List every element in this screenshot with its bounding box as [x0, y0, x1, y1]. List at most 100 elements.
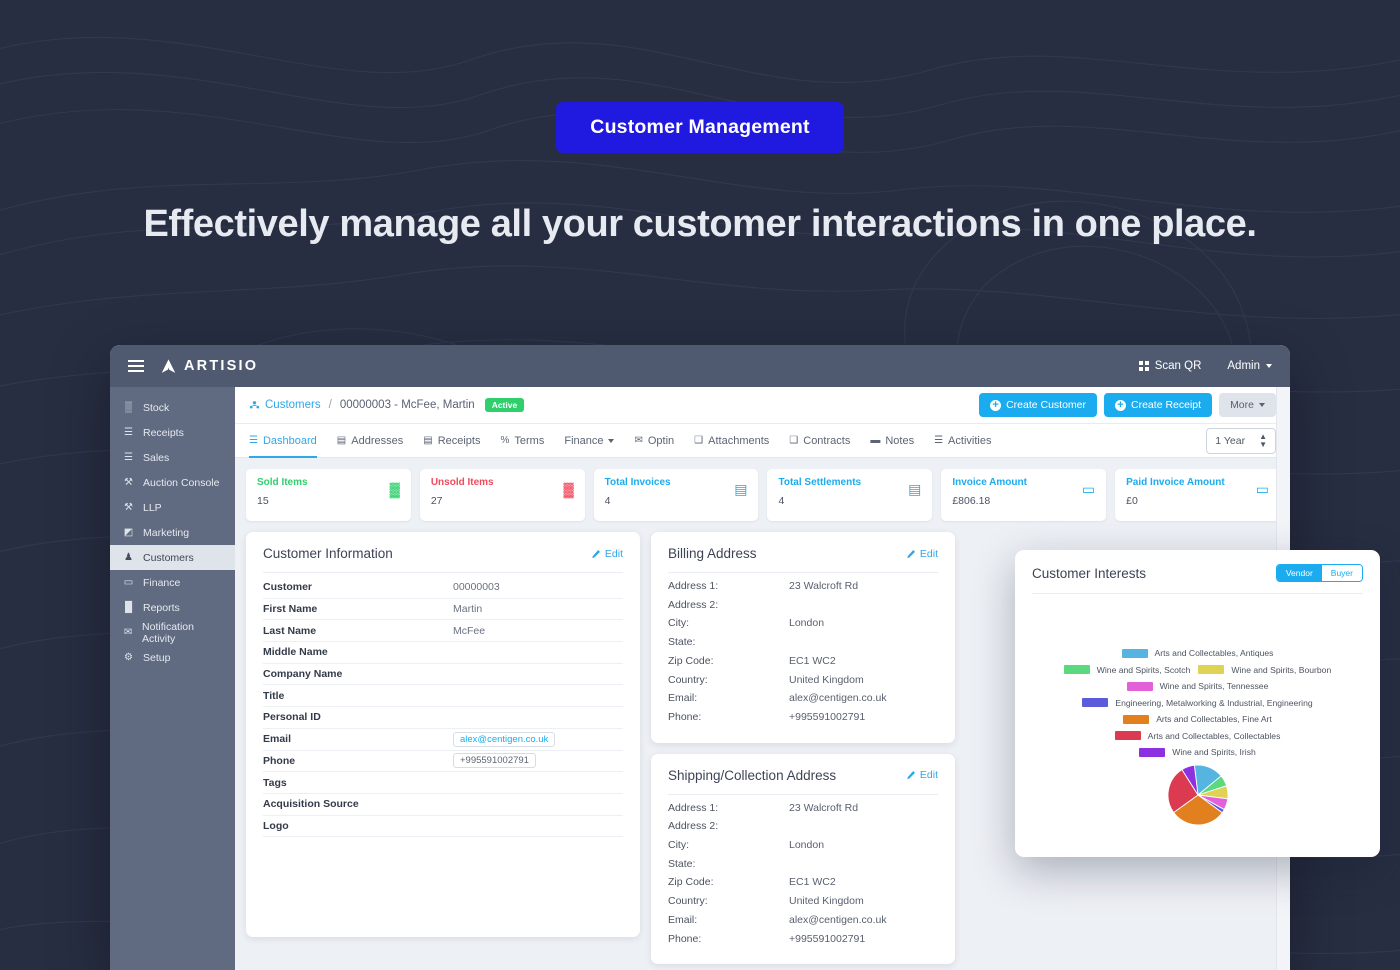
period-filter-select[interactable]: 1 Year ▲ ▼ [1206, 427, 1276, 454]
tab-finance[interactable]: Finance [564, 424, 615, 458]
stat-value: £806.18 [952, 495, 991, 507]
tab-notes[interactable]: ▬ Notes [870, 424, 914, 458]
legend-row: Arts and Collectables, Antiques [1025, 648, 1370, 658]
admin-menu[interactable]: Admin [1227, 360, 1272, 372]
legend-item[interactable]: Wine and Spirits, Scotch [1063, 665, 1190, 675]
megaphone-icon: ◩ [123, 526, 134, 538]
percent-icon: % [500, 435, 510, 446]
legend-item[interactable]: Arts and Collectables, Collectables [1114, 731, 1280, 741]
scan-qr-button[interactable]: Scan QR [1139, 360, 1201, 372]
sidebar-item-auction-console[interactable]: ⚒ Auction Console [110, 470, 235, 495]
legend-item[interactable]: Wine and Spirits, Irish [1139, 747, 1256, 757]
info-key: First Name [263, 603, 318, 616]
sidebar-item-stock[interactable]: ▒ Stock [110, 395, 235, 420]
address-key: State: [668, 857, 696, 870]
breadcrumb-customers-link[interactable]: Customers [249, 399, 321, 411]
info-row: Company Name [263, 664, 623, 686]
hero-badge: Customer Management [556, 102, 844, 153]
tab-contracts[interactable]: ❑ Contracts [789, 424, 850, 458]
sidebar-item-receipts[interactable]: ☰ Receipts [110, 420, 235, 445]
brand[interactable]: ARTISIO [160, 358, 258, 375]
tab-optin[interactable]: ✉ Optin [634, 424, 674, 458]
legend-row: Arts and Collectables, Collectables [1025, 731, 1370, 741]
address-key: Zip Code: [668, 876, 714, 889]
create-customer-button[interactable]: + Create Customer [979, 393, 1098, 417]
invoice-icon: ▤ [908, 481, 922, 497]
create-customer-label: Create Customer [1006, 399, 1087, 411]
breadcrumb-root-label: Customers [265, 399, 321, 411]
sidebar-item-reports[interactable]: █ Reports [110, 595, 235, 620]
tab-bar: ☰ Dashboard ▤ Addresses ▤ Receipts % Terms Finan… [235, 424, 1290, 458]
chevron-down-icon [1259, 403, 1265, 407]
address-row: Zip Code: EC1 WC2 [668, 652, 938, 671]
edit-shipping-address-button[interactable]: Edit [906, 769, 938, 781]
legend-row: Wine and Spirits, Irish [1025, 747, 1370, 757]
toggle-option-vendor[interactable]: Vendor [1276, 565, 1322, 581]
address-row: Address 1: 23 Walcroft Rd [668, 799, 938, 818]
pencil-icon [907, 549, 915, 558]
create-receipt-button[interactable]: + Create Receipt [1104, 393, 1213, 417]
stat-card-invoice-amount: Invoice Amount £806.18 ▭ [941, 469, 1107, 521]
updown-caret-icon: ▲ ▼ [1259, 431, 1267, 449]
legend-swatch [1123, 714, 1150, 724]
tab-label: Optin [647, 434, 675, 447]
info-row: Title [263, 685, 623, 708]
sidebar-item-marketing[interactable]: ◩ Marketing [110, 520, 235, 545]
edit-billing-address-button[interactable]: Edit [906, 548, 938, 560]
sidebar-item-llp[interactable]: ⚒ LLP [110, 495, 235, 520]
sidebar-item-customers[interactable]: ♟ Customers [110, 545, 235, 570]
stat-label: Paid Invoice Amount [1126, 477, 1225, 488]
address-key: City: [668, 617, 689, 630]
legend-item[interactable]: Wine and Spirits, Bourbon [1198, 665, 1331, 675]
tab-receipts[interactable]: ▤ Receipts [423, 424, 480, 458]
address-row: State: [668, 855, 938, 874]
billing-address-card: Billing Address Edit Address 1: 23 Walcro… [651, 532, 955, 743]
tab-attachments[interactable]: ❑ Attachments [694, 424, 769, 458]
vendor-buyer-toggle[interactable]: Vendor Buyer [1275, 564, 1363, 582]
address-row: Country: United Kingdom [668, 671, 938, 690]
legend-item[interactable]: Arts and Collectables, Antiques [1121, 648, 1273, 658]
more-button[interactable]: More [1219, 393, 1276, 417]
address-key: Phone: [668, 710, 702, 723]
edit-customer-information-button[interactable]: Edit [591, 548, 623, 560]
tab-addresses[interactable]: ▤ Addresses [337, 424, 403, 458]
address-row: Phone: +995591002791 [668, 930, 938, 949]
admin-label: Admin [1227, 360, 1260, 372]
info-row: Phone +995591002791 [263, 751, 623, 773]
sidebar-item-notification-activity[interactable]: ✉ Notification Activity [110, 620, 235, 645]
customer-interests-card: Customer Interests Vendor Buyer Arts and… [1015, 550, 1380, 857]
info-value: McFee [453, 624, 486, 637]
status-badge: Active [484, 398, 525, 412]
address-value: United Kingdom [789, 673, 864, 686]
tab-activities[interactable]: ☰ Activities [934, 424, 991, 458]
sidebar-item-finance[interactable]: ▭ Finance [110, 570, 235, 595]
pie-chart [1015, 764, 1380, 826]
tab-dashboard[interactable]: ☰ Dashboard [249, 424, 317, 458]
chart-legend: Arts and Collectables, Antiques Wine and … [1015, 594, 1380, 757]
sidebar-item-setup[interactable]: ⚙ Setup [110, 645, 235, 670]
sidebar-item-sales[interactable]: ☰ Sales [110, 445, 235, 470]
address-book-icon: ▤ [336, 435, 347, 446]
legend-label: Wine and Spirits, Bourbon [1231, 664, 1332, 675]
legend-item[interactable]: Wine and Spirits, Tennessee [1126, 681, 1268, 691]
sidebar-item-label: LLP [143, 501, 162, 514]
info-key: Acquisition Source [263, 798, 359, 811]
stat-label: Sold Items [257, 477, 308, 488]
info-row: Logo [263, 816, 623, 838]
info-key: Company Name [263, 668, 343, 681]
stat-label: Total Settlements [778, 477, 862, 488]
people-icon [249, 400, 260, 408]
tab-label: Dashboard [262, 434, 317, 447]
tab-terms[interactable]: % Terms [500, 424, 544, 458]
legend-item[interactable]: Engineering, Metalworking & Industrial, … [1082, 698, 1313, 708]
toggle-option-buyer[interactable]: Buyer [1321, 565, 1362, 581]
stat-value: 4 [778, 495, 785, 507]
scan-qr-label: Scan QR [1154, 360, 1202, 372]
wallet-icon: ▭ [123, 576, 134, 588]
address-key: City: [668, 839, 689, 852]
hamburger-icon[interactable] [128, 360, 144, 372]
more-label: More [1230, 399, 1254, 411]
legend-item[interactable]: Arts and Collectables, Fine Art [1123, 714, 1272, 724]
address-key: State: [668, 636, 696, 649]
files-icon: ❑ [694, 435, 704, 446]
